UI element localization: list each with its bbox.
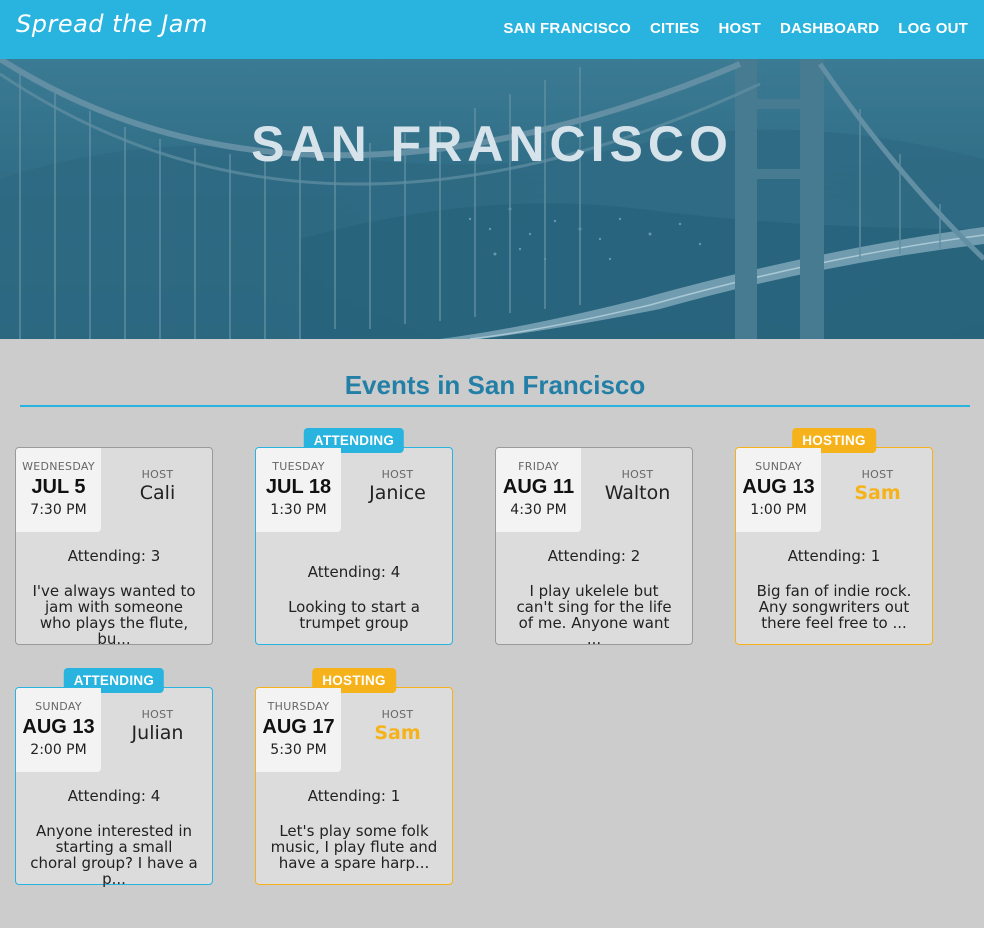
event-card[interactable]: ATTENDING SUNDAY AUG 13 2:00 PM HOST Jul…	[15, 668, 213, 888]
event-date-box: SUNDAY AUG 13 1:00 PM	[736, 448, 821, 532]
event-date-box: TUESDAY JUL 18 1:30 PM	[256, 448, 341, 532]
event-date-box: FRIDAY AUG 11 4:30 PM	[496, 448, 581, 532]
event-weekday: TUESDAY	[272, 460, 325, 473]
event-description: Anyone interested in starting a small ch…	[30, 822, 198, 888]
event-host-box: HOST Janice	[342, 448, 453, 504]
event-date: AUG 17	[262, 716, 335, 738]
hero-banner: SAN FRANCISCO	[0, 59, 984, 339]
host-name: Sam	[854, 482, 901, 504]
attendee-count: Attending: 4	[67, 787, 161, 805]
event-description: Let's play some folk music, I play flute…	[270, 822, 438, 872]
host-label: HOST	[381, 468, 414, 481]
event-weekday: SUNDAY	[755, 460, 802, 473]
host-name: Cali	[139, 482, 176, 504]
event-description: I've always wanted to jam with someone w…	[32, 582, 196, 648]
attendee-count: Attending: 4	[307, 563, 401, 581]
host-name: Julian	[131, 722, 184, 744]
attendee-count: Attending: 2	[547, 547, 641, 565]
host-label: HOST	[861, 468, 894, 481]
event-card[interactable]: FRIDAY AUG 11 4:30 PM HOST Walton Attend…	[495, 447, 693, 648]
event-time: 4:30 PM	[510, 502, 567, 518]
event-date-box: SUNDAY AUG 13 2:00 PM	[16, 688, 101, 772]
event-card[interactable]: WEDNESDAY JUL 5 7:30 PM HOST Cali Attend…	[15, 447, 213, 648]
nav-link-san-francisco[interactable]: SAN FRANCISCO	[503, 20, 631, 37]
event-card[interactable]: ATTENDING TUESDAY JUL 18 1:30 PM HOST Ja…	[255, 428, 453, 645]
host-name: Janice	[369, 482, 426, 504]
event-host-box: HOST Walton	[582, 448, 693, 504]
event-host-box: HOST Cali	[102, 448, 213, 504]
golden-gate-bridge-image	[0, 59, 984, 339]
event-host-box: HOST Julian	[102, 688, 213, 744]
event-host-box: HOST Sam	[342, 688, 453, 744]
event-description: Big fan of indie rock. Any songwriters o…	[756, 582, 912, 632]
nav-link-host[interactable]: HOST	[718, 20, 760, 37]
event-weekday: THURSDAY	[267, 700, 330, 713]
host-name: Sam	[374, 722, 421, 744]
attendee-count: Attending: 1	[787, 547, 881, 565]
hero-title: SAN FRANCISCO	[251, 116, 733, 172]
attendee-count: Attending: 3	[67, 547, 161, 565]
event-date-box: WEDNESDAY JUL 5 7:30 PM	[16, 448, 101, 532]
event-date-box: THURSDAY AUG 17 5:30 PM	[256, 688, 341, 772]
event-description: I play ukelele but can't sing for the li…	[516, 582, 672, 648]
attendee-count: Attending: 1	[307, 787, 401, 805]
host-label: HOST	[621, 468, 654, 481]
section-title: Events in San Francisco	[344, 370, 646, 400]
nav-links: SAN FRANCISCO CITIES HOST DASHBOARD LOG …	[503, 20, 968, 37]
event-weekday: FRIDAY	[518, 460, 559, 473]
event-time: 7:30 PM	[30, 502, 87, 518]
event-date: JUL 5	[31, 476, 86, 498]
event-weekday: WEDNESDAY	[22, 460, 95, 473]
event-description: Looking to start a trumpet group	[288, 598, 420, 632]
host-name: Walton	[604, 482, 671, 504]
event-date: JUL 18	[265, 476, 332, 498]
event-date: AUG 13	[22, 716, 95, 738]
nav-link-dashboard[interactable]: DASHBOARD	[780, 20, 879, 37]
top-nav-bar: Spread the Jam SAN FRANCISCO CITIES HOST…	[0, 0, 984, 59]
event-time: 5:30 PM	[270, 742, 327, 758]
event-card[interactable]: HOSTING SUNDAY AUG 13 1:00 PM HOST Sam A…	[735, 428, 933, 645]
nav-link-log-out[interactable]: LOG OUT	[898, 20, 968, 37]
brand-logo[interactable]: Spread the Jam	[16, 10, 208, 38]
event-time: 1:00 PM	[750, 502, 807, 518]
event-time: 2:00 PM	[30, 742, 87, 758]
event-date: AUG 11	[502, 476, 575, 498]
section-divider	[20, 405, 970, 407]
host-label: HOST	[141, 468, 174, 481]
nav-link-cities[interactable]: CITIES	[650, 20, 700, 37]
event-time: 1:30 PM	[270, 502, 327, 518]
event-card[interactable]: HOSTING THURSDAY AUG 17 5:30 PM HOST Sam…	[255, 668, 453, 885]
host-label: HOST	[381, 708, 414, 721]
host-label: HOST	[141, 708, 174, 721]
event-host-box: HOST Sam	[822, 448, 933, 504]
event-weekday: SUNDAY	[35, 700, 82, 713]
event-date: AUG 13	[742, 476, 815, 498]
